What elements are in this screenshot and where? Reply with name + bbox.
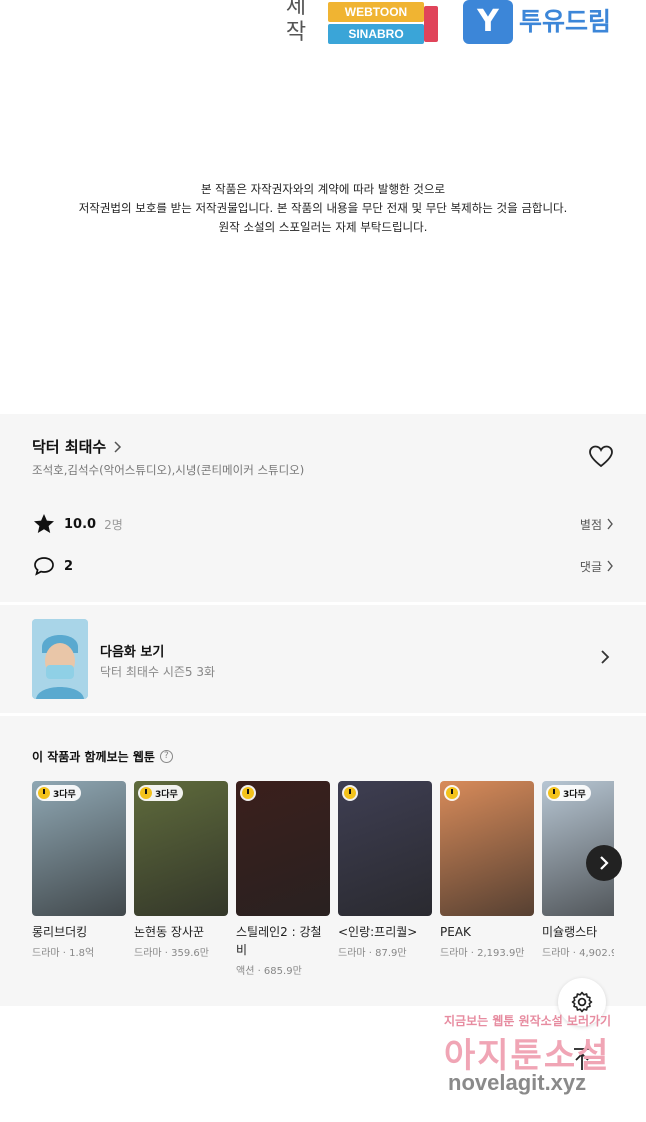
recommendation-title: 논현동 장사꾼 (134, 925, 205, 939)
webtoon-logo-top: WEBTOON (328, 2, 424, 22)
recommendation-cover: 3다무 (134, 781, 228, 916)
notice-line: 원작 소설의 스포일러는 자제 부탁드립니다. (218, 220, 428, 234)
copyright-notice: 본 작품은 자작권자와의 계약에 따라 발행한 것으로 저작권법의 보호를 받는… (0, 180, 646, 237)
badge-label: 3다무 (53, 789, 76, 800)
recommendation-title: 미슐랭스타 (542, 925, 598, 939)
clock-icon (140, 787, 152, 799)
credit-label-line1: 제 (285, 0, 307, 19)
recommendation-title: <인랑:프리퀄> (338, 925, 418, 939)
clock-icon (344, 787, 356, 799)
comment-bubble-icon (34, 557, 54, 576)
rating-link-label: 별점 (579, 517, 602, 532)
next-episode-card[interactable]: 다음화 보기 닥터 최태수 시즌5 3화 (0, 605, 646, 713)
chevron-right-icon (600, 856, 609, 870)
recommendation-title: PEAK (440, 925, 471, 939)
star-icon (34, 514, 54, 533)
production-credits: 제 작 WEBTOON SINABRO Y 투유드림 (0, 0, 646, 60)
notice-line: 저작권법의 보호를 받는 저작권물입니다. 본 작품의 내용을 무단 전재 및 … (78, 201, 568, 215)
recommendation-meta: 드라마 · 1.8억 (32, 948, 95, 959)
rating-link[interactable]: 별점 (580, 516, 614, 533)
webtoon-logo-bottom: SINABRO (328, 24, 424, 44)
next-episode-title: 다음화 보기 (100, 645, 165, 660)
wait-free-badge: 3다무 (546, 785, 591, 801)
recommendations-heading-text: 이 작품과 함께보는 웹툰 (32, 750, 155, 764)
wait-free-badge: 3다무 (36, 785, 81, 801)
clock-icon (38, 787, 50, 799)
next-episode-subtitle: 닥터 최태수 시즌5 3화 (100, 665, 216, 679)
series-title: 닥터 최태수 (32, 438, 107, 456)
chevron-right-icon (601, 650, 610, 664)
recommendation-cover (440, 781, 534, 916)
chevron-right-icon (114, 440, 122, 453)
recommendation-card[interactable]: 3다무롱리브더킹드라마 · 1.8억 (32, 781, 126, 959)
recommendation-meta: 드라마 · 359.6만 (134, 948, 209, 959)
wait-free-badge (240, 785, 256, 801)
recommendation-meta: 액션 · 685.9만 (236, 966, 302, 977)
credit-label: 제 작 (284, 0, 308, 46)
clock-icon (548, 787, 560, 799)
favorite-heart-icon[interactable] (588, 444, 614, 470)
webtoon-sinabro-logo: WEBTOON SINABRO (326, 0, 444, 46)
recommendation-meta: 드라마 · 87.9만 (338, 948, 407, 959)
recommendation-cover: 3다무 (32, 781, 126, 916)
badge-label: 3다무 (155, 789, 178, 800)
recommendation-card[interactable]: 3다무논현동 장사꾼드라마 · 359.6만 (134, 781, 228, 959)
tuyudream-logo: Y 투유드림 (463, 0, 613, 44)
recommendation-cover (338, 781, 432, 916)
series-title-link[interactable]: 닥터 최태수 (32, 436, 122, 457)
wait-free-badge: 3다무 (138, 785, 183, 801)
recommendation-meta: 드라마 · 4,902.9만 (542, 948, 614, 959)
recommendations-carousel: 3다무 롱리브더킹 드라마 · 1.8억 3다무 논현동 장사꾼 드라마 · 359.6만… (32, 781, 614, 991)
rating-count: 2명 (104, 517, 123, 532)
book-icon (424, 6, 438, 42)
rating-row: 10.0 2명 별점 (32, 512, 614, 536)
wait-free-badge (444, 785, 460, 801)
comment-link-label: 댓글 (579, 559, 602, 574)
watermark-line3: novelagit.xyz (448, 1070, 587, 1095)
clock-icon (446, 787, 458, 799)
rating-value: 10.0 (64, 516, 97, 532)
recommendation-card[interactable]: <인랑:프리퀄> 드라마 · 87.9만 (338, 781, 432, 959)
clock-icon (242, 787, 254, 799)
comment-row: 2 댓글 (32, 554, 614, 578)
recommendation-meta: 드라마 · 2,193.9만 (440, 948, 525, 959)
recommendation-cover (236, 781, 330, 916)
recommendation-title: 스틸레인2 : 강철비 (236, 925, 322, 957)
recommendation-card[interactable]: PEAK 드라마 · 2,193.9만 (440, 781, 534, 959)
tuyudream-mark-icon: Y (463, 0, 513, 44)
credit-label-line2: 작 (285, 20, 307, 45)
series-info-panel: 닥터 최태수 조석호,김석수(악어스튜디오),시녕(콘티메이커 스튜디오) 10… (0, 414, 646, 602)
watermark-line1: 지금보는 웹툰 원작소설 보러가기 (444, 1014, 612, 1028)
tuyudream-logo-name: 투유드림 (519, 7, 612, 36)
notice-line: 본 작품은 자작권자와의 계약에 따라 발행한 것으로 (200, 182, 446, 196)
series-authors: 조석호,김석수(악어스튜디오),시녕(콘티메이커 스튜디오) (32, 463, 305, 477)
chevron-right-icon (607, 518, 613, 530)
badge-label: 3다무 (563, 789, 586, 800)
recommendation-title: 롱리브더킹 (32, 925, 88, 939)
chevron-right-icon (607, 560, 613, 572)
recommendations-heading: 이 작품과 함께보는 웹툰 ? (32, 748, 173, 765)
carousel-next-button[interactable] (586, 845, 622, 881)
gear-icon (571, 991, 593, 1013)
recommendation-card[interactable]: 스틸레인2 : 강철비액션 · 685.9만 (236, 781, 330, 977)
site-watermark: 지금보는 웹툰 원작소설 보러가기 아지툰소설 novelagit.xyz (440, 1012, 630, 1102)
recommendations-section: 이 작품과 함께보는 웹툰 ? 3다무 롱리브더킹 드라마 · 1.8억 3다무 논현동… (0, 716, 646, 1006)
help-icon[interactable]: ? (159, 750, 173, 763)
wait-free-badge (342, 785, 358, 801)
comment-count: 2 (64, 558, 74, 574)
comment-link[interactable]: 댓글 (580, 558, 614, 575)
next-episode-thumbnail (32, 619, 88, 699)
